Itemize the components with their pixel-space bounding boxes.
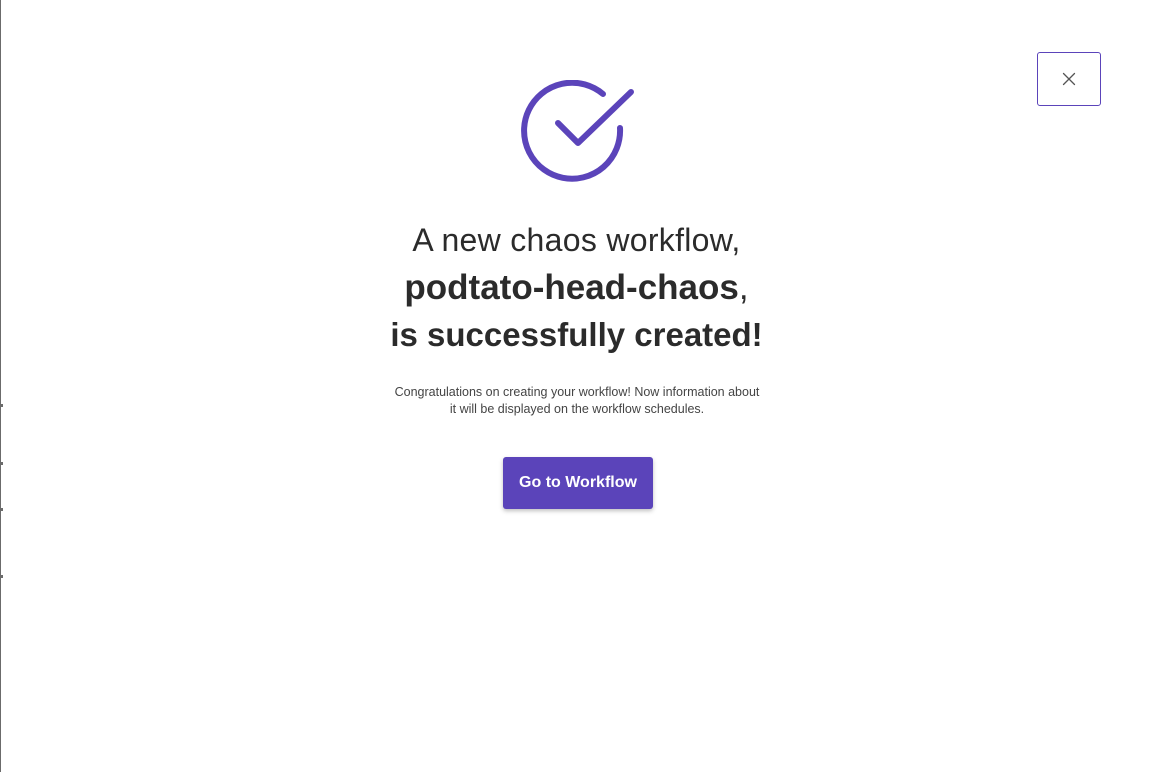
description-line-2: it will be displayed on the workflow sch…: [449, 402, 705, 416]
edge-marker: [1, 404, 3, 407]
close-icon: [1062, 72, 1076, 86]
workflow-name-heading: podtato-head-chaos,: [1, 268, 1151, 308]
close-button[interactable]: [1037, 52, 1101, 106]
title-comma: ,: [738, 268, 749, 307]
go-to-workflow-button[interactable]: Go to Workflow: [503, 457, 653, 509]
edge-marker: [1, 575, 3, 578]
edge-marker: [1, 462, 3, 465]
description-line-1: Congratulations on creating your workflo…: [394, 385, 760, 399]
workflow-name: podtato-head-chaos: [404, 268, 739, 307]
title-line-3: is successfully created!: [390, 316, 763, 353]
check-circle-icon: [517, 79, 639, 190]
edge-marker: [1, 508, 3, 511]
success-modal: A new chaos workflow, podtato-head-chaos…: [0, 0, 1151, 772]
success-description: Congratulations on creating your workflo…: [377, 384, 777, 418]
title-line-1: A new chaos workflow,: [412, 222, 741, 258]
